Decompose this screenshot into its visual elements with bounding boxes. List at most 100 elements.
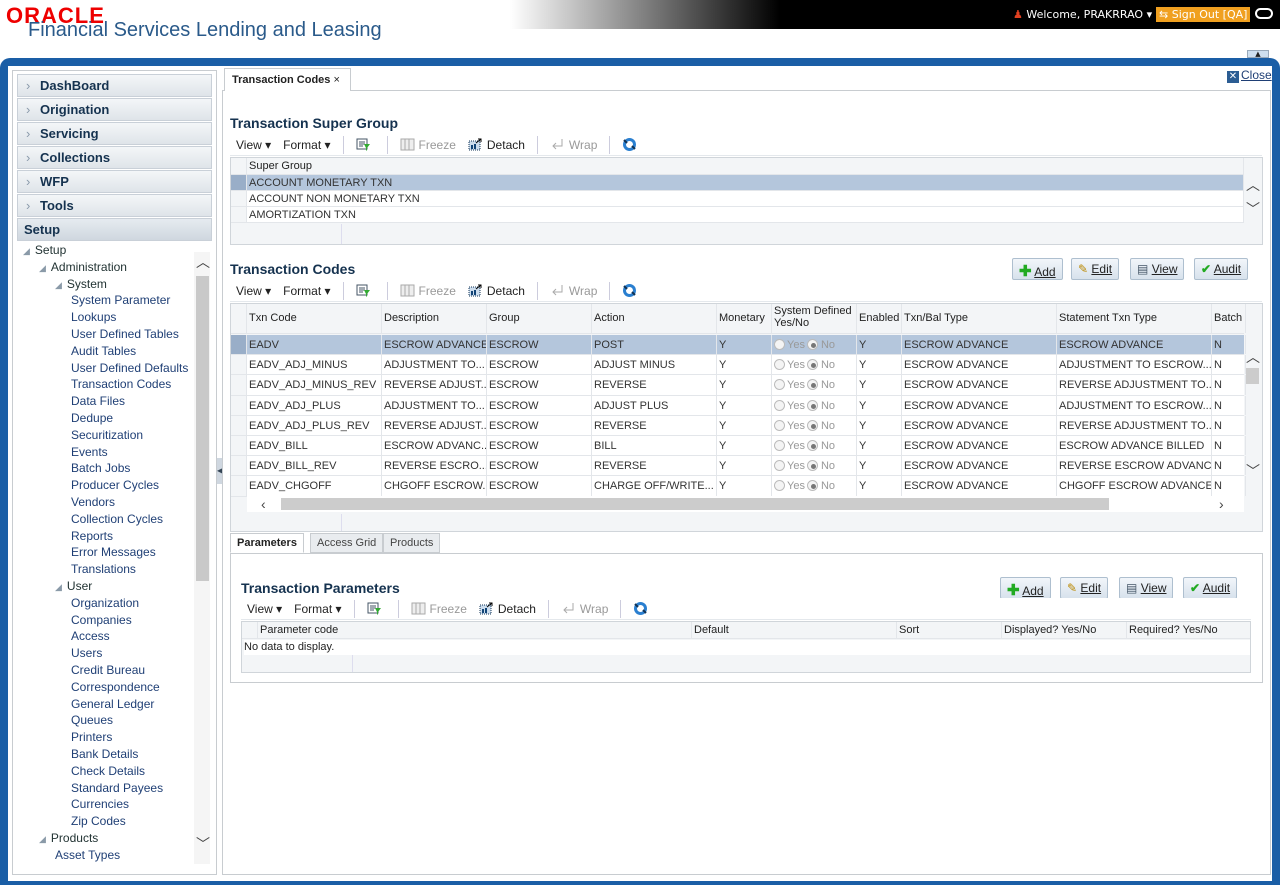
format-menu[interactable]: Format ▾ <box>277 284 336 298</box>
tree-item[interactable]: Asset Types <box>55 848 120 863</box>
tree-item[interactable]: Check Details <box>71 764 145 780</box>
radio-no[interactable] <box>806 460 818 472</box>
expanded-triangle-icon[interactable]: ◢ <box>39 263 46 273</box>
table-row[interactable]: EADV_ADJ_MINUS_REV REVERSE ADJUST... ESCRO… <box>231 375 1246 396</box>
tree-item[interactable]: Reports <box>71 529 113 545</box>
column-header[interactable]: Txn Code <box>247 304 382 333</box>
column-header[interactable]: Monetary <box>717 304 772 333</box>
subtab-parameters[interactable]: Parameters <box>230 533 304 553</box>
tree-item[interactable]: ◢ User <box>55 579 92 595</box>
radio-no[interactable] <box>806 440 818 451</box>
add-button[interactable]: ✚ Add <box>1000 577 1051 599</box>
radio-yes[interactable] <box>774 339 785 350</box>
column-header[interactable]: Group <box>487 304 592 333</box>
scroll-down-icon[interactable]: ﹀ <box>1246 464 1260 478</box>
accordion-servicing[interactable]: › Servicing <box>17 122 212 145</box>
view-button[interactable]: ▤ View <box>1130 258 1185 280</box>
collapse-header-button[interactable]: ▲ <box>1247 50 1269 58</box>
tree-item[interactable]: Zip Codes <box>71 814 126 830</box>
subtab-access-grid[interactable]: Access Grid <box>310 533 384 553</box>
tree-item[interactable]: Access <box>71 629 110 645</box>
tree-item[interactable]: Producer Cycles <box>71 478 159 494</box>
accordion-dashboard[interactable]: › DashBoard <box>17 74 212 97</box>
radio-no[interactable] <box>806 379 818 391</box>
edit-button[interactable]: ✎ Edit <box>1071 258 1120 280</box>
tree-item[interactable]: General Ledger <box>71 697 154 713</box>
table-row[interactable]: EADV_ADJ_PLUS ADJUSTMENT TO... ESCROW ADJUS… <box>231 395 1246 416</box>
tree-item[interactable]: User Defined Tables <box>71 327 179 343</box>
column-header[interactable]: Batch <box>1212 304 1246 333</box>
row-selector[interactable] <box>231 375 247 395</box>
radio-yes[interactable] <box>774 460 785 472</box>
sign-out-button[interactable]: ⇆ Sign Out [QA] <box>1156 7 1251 22</box>
view-menu[interactable]: View ▾ <box>241 602 288 616</box>
user-menu[interactable]: ♟ Welcome, PRAKRRAO ▾ <box>1013 8 1152 21</box>
column-header[interactable]: System Defined Yes/No <box>772 304 857 333</box>
horizontal-scroll-thumb[interactable] <box>281 498 1109 510</box>
tree-item[interactable]: Events <box>71 445 108 461</box>
row-selector[interactable] <box>231 207 247 222</box>
column-header[interactable]: Enabled <box>857 304 902 333</box>
column-header[interactable]: Parameter code <box>258 622 692 638</box>
column-header[interactable]: Txn/Bal Type <box>902 304 1057 333</box>
expanded-triangle-icon[interactable]: ◢ <box>55 582 62 592</box>
format-menu[interactable]: Format ▾ <box>288 602 347 616</box>
tree-item[interactable]: ◢ Products <box>39 831 98 847</box>
tree-item[interactable]: Currencies <box>71 797 129 813</box>
column-header[interactable]: Sort <box>897 622 1002 638</box>
detach-button[interactable]: Detach <box>473 602 542 616</box>
tree-item[interactable]: Translations <box>71 562 136 578</box>
table-row[interactable]: EADV_CHGOFF CHGOFF ESCROW... ESCROW CHARGE … <box>231 476 1246 497</box>
radio-yes[interactable] <box>774 480 785 492</box>
row-selector[interactable] <box>231 175 247 190</box>
subtab-products[interactable]: Products <box>383 533 441 553</box>
accordion-wfp[interactable]: › WFP <box>17 170 212 193</box>
table-row[interactable]: EADV_BILL_REV REVERSE ESCRO... ESCROW REVER… <box>231 456 1246 477</box>
refresh-icon[interactable] <box>616 137 647 153</box>
column-header[interactable]: Displayed? Yes/No <box>1002 622 1127 638</box>
tree-item[interactable]: ◢ System <box>55 277 107 293</box>
tree-item[interactable]: Printers <box>71 730 112 746</box>
row-selector[interactable] <box>231 335 247 355</box>
query-by-example-icon[interactable] <box>350 138 381 152</box>
row-selector[interactable] <box>231 415 247 435</box>
tree-item[interactable]: Securitization <box>71 428 143 444</box>
table-row[interactable]: EADV ESCROW ADVANCE ESCROW POST Y Yes No Y ESCRO… <box>231 335 1246 356</box>
edit-button[interactable]: ✎ Edit <box>1060 577 1109 599</box>
tree-item[interactable]: Audit Tables <box>71 344 136 360</box>
wrap-button[interactable]: Wrap <box>555 602 614 616</box>
tree-item[interactable]: Transaction Codes <box>71 377 171 393</box>
accordion-collections[interactable]: › Collections <box>17 146 212 169</box>
column-header[interactable]: Default <box>692 622 897 638</box>
tab-transaction-codes[interactable]: Transaction Codes × <box>224 68 351 91</box>
column-header[interactable]: Statement Txn Type <box>1057 304 1212 333</box>
radio-no[interactable] <box>806 480 818 492</box>
radio-yes[interactable] <box>774 399 785 411</box>
scroll-left-icon[interactable]: ‹ <box>261 497 266 511</box>
tree-item[interactable]: Companies <box>71 613 132 629</box>
view-menu[interactable]: View ▾ <box>230 138 277 152</box>
freeze-button[interactable]: Freeze <box>405 602 473 616</box>
table-row[interactable]: EADV_ADJ_PLUS_REV REVERSE ADJUST... ESCROW… <box>231 415 1246 436</box>
tree-item[interactable]: Bank Details <box>71 747 138 763</box>
refresh-icon[interactable] <box>616 283 647 299</box>
expanded-triangle-icon[interactable]: ◢ <box>55 280 62 290</box>
freeze-button[interactable]: Freeze <box>394 138 462 152</box>
scroll-up-icon[interactable]: ︿ <box>196 256 210 270</box>
radio-yes[interactable] <box>774 359 785 371</box>
table-row[interactable]: ACCOUNT NON MONETARY TXN <box>231 191 1244 207</box>
wrap-button[interactable]: Wrap <box>544 284 603 298</box>
wrap-button[interactable]: Wrap <box>544 138 603 152</box>
expanded-triangle-icon[interactable]: ◢ <box>39 834 46 844</box>
row-selector[interactable] <box>231 191 247 206</box>
refresh-icon[interactable] <box>627 601 658 617</box>
detach-button[interactable]: Detach <box>462 284 531 298</box>
tree-item[interactable]: Vendors <box>71 495 115 511</box>
column-header[interactable]: Required? Yes/No <box>1127 622 1250 638</box>
tree-item[interactable]: User Defined Defaults <box>71 361 188 377</box>
radio-no[interactable] <box>806 399 818 411</box>
vertical-scroll-thumb[interactable] <box>1246 368 1259 384</box>
tree-item[interactable]: Batch Jobs <box>71 461 130 477</box>
row-selector[interactable] <box>231 456 247 476</box>
audit-button[interactable]: ✔ Audit <box>1183 577 1238 599</box>
